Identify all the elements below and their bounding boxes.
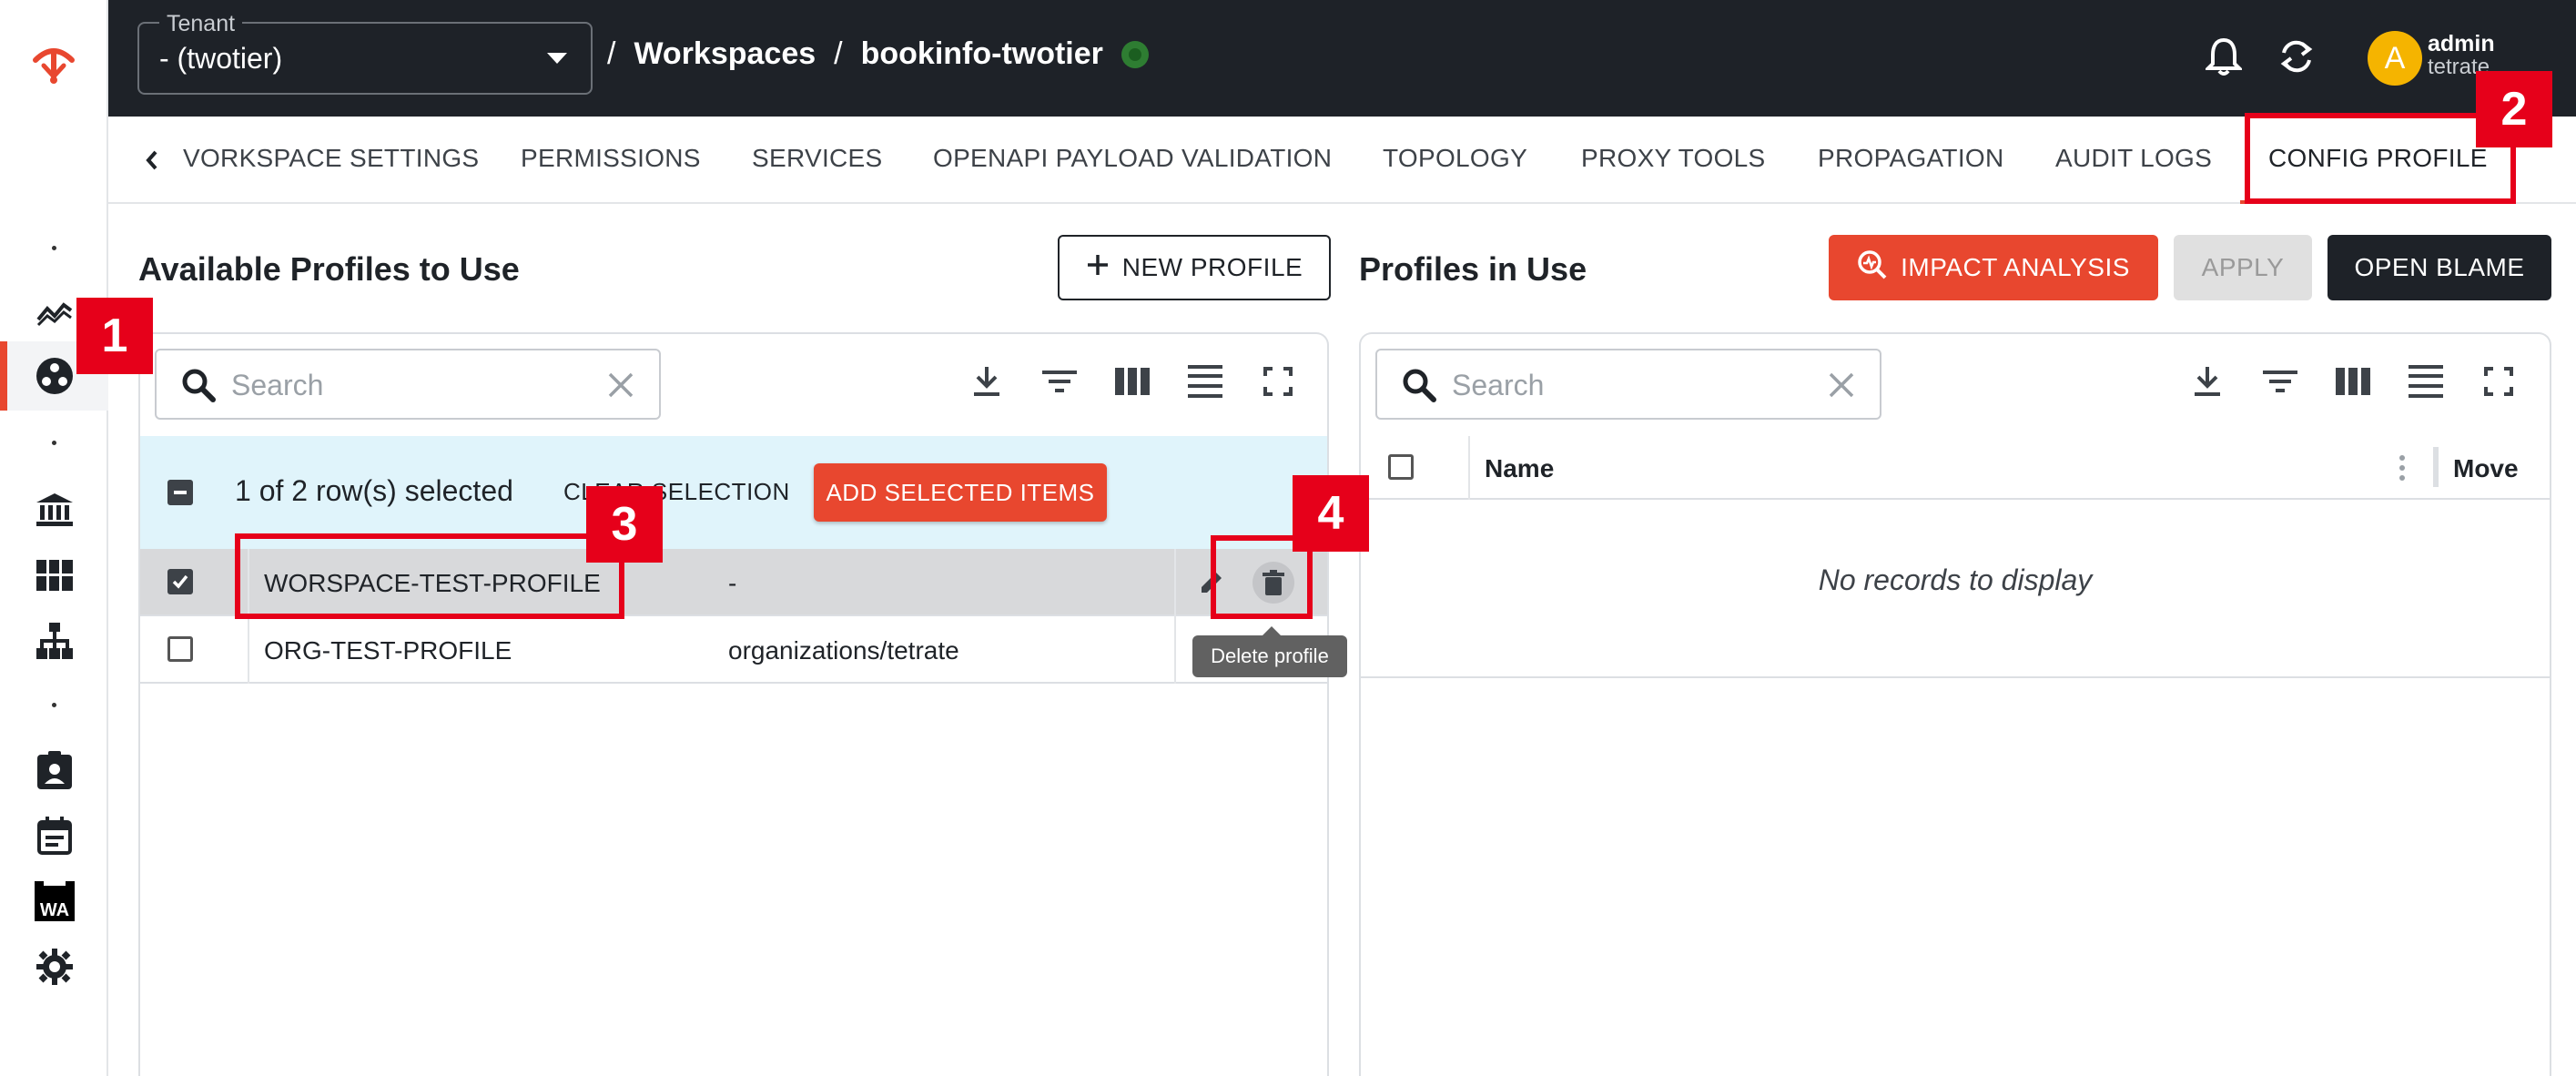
row-checkbox[interactable]: [167, 636, 193, 662]
tab-proxy-tools[interactable]: PROXY TOOLS: [1581, 144, 1766, 173]
plus-icon: [1086, 253, 1110, 283]
profiles-in-use-title: Profiles in Use: [1359, 250, 1587, 288]
table-bottom-divider: [1361, 676, 2550, 678]
breadcrumb: / Workspaces / bookinfo-twotier: [607, 36, 1149, 72]
select-all-checkbox[interactable]: [1388, 454, 1414, 480]
open-blame-button[interactable]: OPEN BLAME: [2328, 235, 2551, 300]
density-icon[interactable]: [2406, 361, 2446, 401]
sync-icon[interactable]: [2275, 35, 2318, 78]
selection-count: 1 of 2 row(s) selected: [235, 474, 513, 507]
tab-audit-logs[interactable]: AUDIT LOGS: [2055, 144, 2212, 173]
metrics-icon[interactable]: [33, 291, 76, 335]
dropdown-caret-icon: [547, 53, 567, 64]
empty-state-message: No records to display: [1818, 563, 2093, 596]
wa-icon[interactable]: WA: [33, 879, 76, 923]
select-all-checkbox[interactable]: [167, 480, 193, 505]
columns-icon[interactable]: [1112, 361, 1152, 401]
column-divider: [1174, 549, 1176, 616]
annotation-marker: 2: [2476, 71, 2552, 147]
gear-icon[interactable]: [33, 945, 76, 989]
avatar[interactable]: A: [2368, 31, 2422, 86]
row-checkbox[interactable]: [167, 569, 193, 594]
annotation-marker: 3: [586, 486, 663, 563]
profile-name-cell: ORG-TEST-PROFILE: [264, 636, 512, 665]
column-header-name[interactable]: Name: [1485, 454, 1554, 483]
breadcrumb-current: bookinfo-twotier: [860, 36, 1103, 71]
annotation-marker: 4: [1293, 475, 1369, 552]
breadcrumb-separator: /: [607, 36, 616, 71]
tetrate-logo-icon[interactable]: [31, 40, 76, 87]
tenant-value: - (twotier): [159, 42, 283, 75]
column-divider: [1174, 616, 1176, 684]
available-profiles-title: Available Profiles to Use: [138, 250, 520, 288]
column-divider: [1468, 436, 1470, 500]
close-icon[interactable]: [606, 371, 635, 404]
column-header-move[interactable]: Move: [2453, 454, 2519, 483]
close-icon[interactable]: [1827, 371, 1856, 404]
workspace-icon[interactable]: [33, 354, 76, 398]
download-icon[interactable]: [2187, 361, 2227, 401]
bank-icon[interactable]: [33, 488, 76, 532]
calendar-icon[interactable]: [33, 814, 76, 858]
hierarchy-icon[interactable]: [33, 619, 76, 663]
tab-topology[interactable]: TOPOLOGY: [1383, 144, 1527, 173]
breadcrumb-separator: /: [834, 36, 843, 71]
selection-toolbar: 1 of 2 row(s) selected CLEAR SELECTION A…: [140, 436, 1327, 549]
bell-icon[interactable]: [2202, 35, 2246, 78]
table-header: Name Move: [1361, 436, 2550, 500]
sidebar-divider-dot: [52, 703, 56, 707]
columns-icon[interactable]: [2333, 361, 2373, 401]
impact-analysis-button[interactable]: IMPACT ANALYSIS: [1829, 235, 2158, 300]
tab-bar: VORKSPACE SETTINGS PERMISSIONS SERVICES …: [108, 117, 2576, 204]
sidebar-divider-dot: [52, 441, 56, 445]
apply-button[interactable]: APPLY: [2174, 235, 2312, 300]
sidebar-divider-dot: [52, 246, 56, 250]
available-search-box[interactable]: [155, 349, 661, 420]
density-icon[interactable]: [1185, 361, 1225, 401]
available-profiles-panel: 1 of 2 row(s) selected CLEAR SELECTION A…: [138, 332, 1329, 1076]
available-search-input[interactable]: [231, 367, 577, 403]
delete-profile-tooltip: Delete profile: [1192, 626, 1347, 677]
status-indicator-icon: [1121, 40, 1149, 68]
annotation-highlight-box: [235, 533, 624, 619]
search-icon: [1401, 367, 1437, 408]
tab-propagation[interactable]: PROPAGATION: [1818, 144, 2004, 173]
column-resize-handle[interactable]: [2433, 447, 2439, 487]
tab-openapi-payload-validation[interactable]: OPENAPI PAYLOAD VALIDATION: [933, 144, 1332, 173]
search-icon: [180, 367, 217, 408]
fullscreen-icon[interactable]: [2479, 361, 2519, 401]
profile-path-cell: organizations/tetrate: [728, 636, 959, 665]
column-divider: [248, 616, 249, 684]
filter-icon[interactable]: [2260, 361, 2300, 401]
table-row[interactable]: ORG-TEST-PROFILE organizations/tetrate: [140, 616, 1327, 684]
annotation-marker: 1: [76, 298, 153, 374]
new-profile-label: NEW PROFILE: [1121, 253, 1303, 281]
impact-analysis-icon: [1857, 249, 1888, 287]
column-menu-icon[interactable]: [2399, 454, 2406, 486]
profile-path-cell: -: [728, 569, 737, 597]
left-sidebar: WA: [0, 0, 108, 1076]
tab-permissions[interactable]: PERMISSIONS: [521, 144, 701, 173]
tab-services[interactable]: SERVICES: [752, 144, 883, 173]
grid-icon[interactable]: [33, 553, 76, 597]
tenant-label: Tenant: [159, 11, 243, 37]
new-profile-button[interactable]: NEW PROFILE: [1058, 235, 1331, 300]
badge-icon[interactable]: [33, 748, 76, 792]
in-use-search-box[interactable]: [1375, 349, 1881, 420]
impact-analysis-label: IMPACT ANALYSIS: [1901, 253, 2130, 281]
user-name[interactable]: admin: [2428, 31, 2495, 57]
top-bar: Tenant - (twotier) / Workspaces / bookin…: [108, 0, 2576, 117]
tenant-select[interactable]: Tenant - (twotier): [137, 11, 593, 95]
svg-text:WA: WA: [40, 900, 69, 920]
sidebar-active-indicator: [0, 341, 7, 411]
add-selected-items-button[interactable]: ADD SELECTED ITEMS: [814, 463, 1107, 522]
filter-icon[interactable]: [1040, 361, 1080, 401]
chevron-left-icon[interactable]: [136, 144, 168, 177]
breadcrumb-workspaces[interactable]: Workspaces: [634, 36, 816, 72]
download-icon[interactable]: [967, 361, 1007, 401]
in-use-search-input[interactable]: [1452, 367, 1798, 403]
fullscreen-icon[interactable]: [1258, 361, 1298, 401]
tab-workspace-settings[interactable]: VORKSPACE SETTINGS: [183, 144, 479, 173]
profiles-in-use-panel: Name Move No records to display: [1359, 332, 2551, 1076]
